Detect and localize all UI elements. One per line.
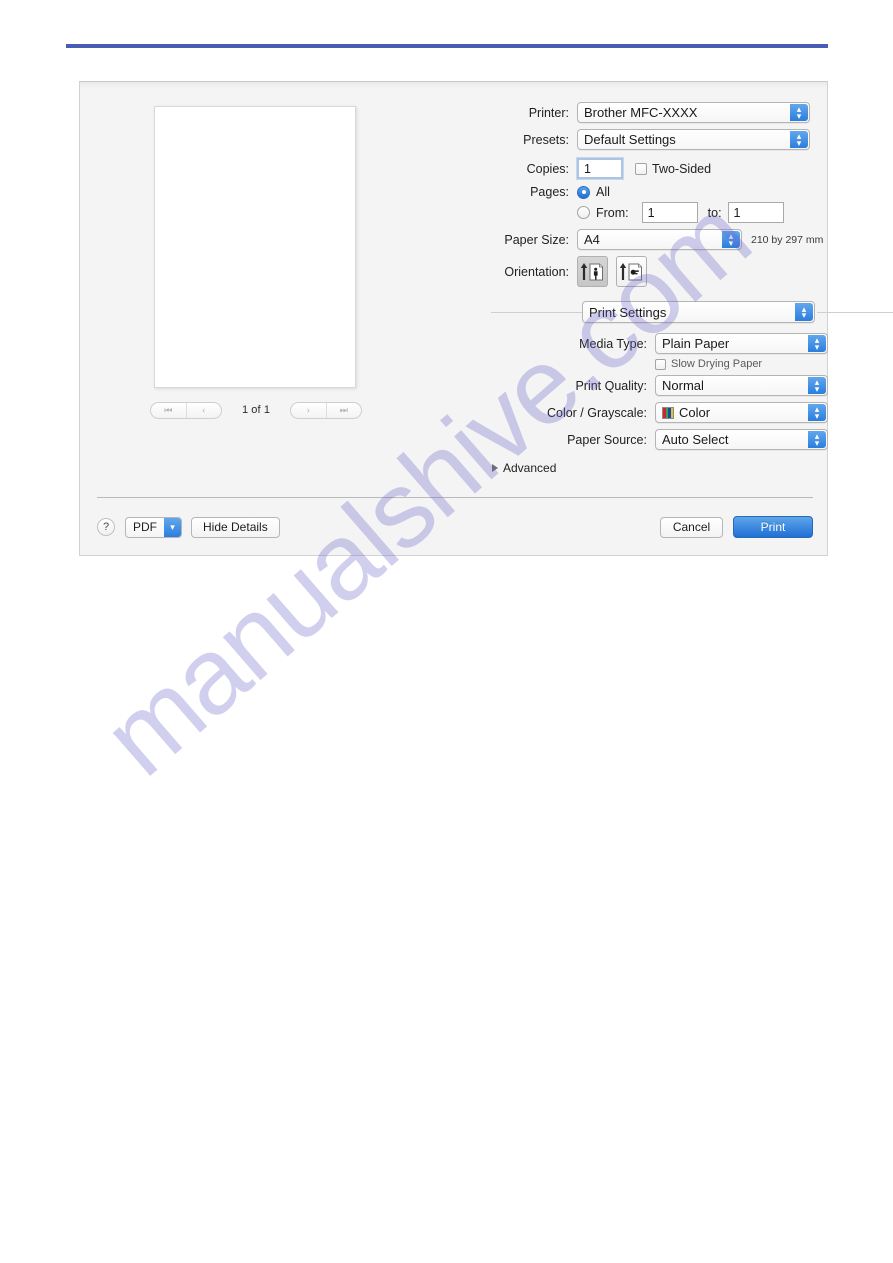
printer-select-value: Brother MFC-XXXX bbox=[584, 105, 698, 120]
next-page-icon[interactable]: › bbox=[291, 403, 326, 418]
header-rule bbox=[66, 44, 828, 48]
pages-to-input[interactable]: 1 bbox=[727, 202, 784, 223]
footer-divider bbox=[97, 497, 813, 498]
orientation-label: Orientation: bbox=[504, 264, 569, 279]
separator-right bbox=[817, 312, 893, 313]
pages-label: Pages: bbox=[530, 185, 569, 199]
pages-from-input[interactable]: 1 bbox=[641, 202, 698, 223]
paper-source-value: Auto Select bbox=[662, 432, 729, 447]
help-button[interactable]: ? bbox=[97, 518, 115, 536]
separator-left bbox=[491, 312, 583, 313]
presets-label: Presets: bbox=[523, 132, 569, 147]
paper-source-select[interactable]: Auto Select bbox=[655, 429, 828, 450]
media-type-row: Media Type: Plain Paper bbox=[410, 333, 828, 354]
hide-details-button[interactable]: Hide Details bbox=[191, 516, 280, 538]
media-type-label: Media Type: bbox=[579, 336, 647, 351]
pdf-menu-label: PDF bbox=[133, 519, 157, 534]
advanced-disclosure[interactable]: Advanced bbox=[492, 461, 820, 475]
preview-back-controls[interactable]: ⏮ ‹ bbox=[150, 401, 222, 419]
color-grayscale-row: Color / Grayscale: Color bbox=[410, 402, 828, 423]
pages-from-label: From: bbox=[596, 205, 629, 220]
paper-source-label: Paper Source: bbox=[567, 432, 647, 447]
paper-source-row: Paper Source: Auto Select bbox=[410, 429, 828, 450]
chevron-updown-icon bbox=[808, 335, 826, 352]
media-type-value: Plain Paper bbox=[662, 336, 730, 351]
two-sided-checkbox[interactable] bbox=[635, 162, 647, 175]
pages-all-radio[interactable] bbox=[577, 185, 590, 199]
dialog-footer: ? PDF ▾ Hide Details Cancel Print bbox=[97, 514, 813, 540]
pages-range-radio[interactable] bbox=[577, 206, 590, 219]
landscape-orientation-icon bbox=[619, 262, 642, 280]
orientation-row: Orientation: bbox=[410, 256, 820, 287]
pages-all-label: All bbox=[596, 185, 610, 199]
presets-select-value: Default Settings bbox=[584, 132, 676, 147]
pages-all-row: Pages: All bbox=[410, 185, 820, 199]
print-quality-select[interactable]: Normal bbox=[655, 375, 828, 396]
pages-to-label: to: bbox=[707, 205, 722, 220]
slow-drying-checkbox[interactable] bbox=[655, 358, 666, 370]
skip-to-last-icon[interactable]: ⏭ bbox=[325, 402, 362, 418]
chevron-updown-icon bbox=[790, 104, 808, 121]
skip-to-first-icon[interactable]: ⏮ bbox=[151, 403, 186, 418]
print-quality-row: Print Quality: Normal bbox=[410, 375, 828, 396]
settings-pane-value: Print Settings bbox=[589, 304, 667, 320]
portrait-orientation-button[interactable] bbox=[577, 256, 608, 287]
media-type-select[interactable]: Plain Paper bbox=[655, 333, 828, 354]
presets-select[interactable]: Default Settings bbox=[577, 129, 810, 150]
preview-forward-controls[interactable]: › ⏭ bbox=[290, 401, 362, 419]
printer-select[interactable]: Brother MFC-XXXX bbox=[577, 102, 810, 123]
color-grayscale-label: Color / Grayscale: bbox=[546, 405, 647, 420]
chevron-updown-icon bbox=[790, 131, 808, 148]
printer-row: Printer: Brother MFC-XXXX bbox=[410, 102, 820, 123]
paper-size-dimensions: 210 by 297 mm bbox=[751, 233, 824, 246]
print-button[interactable]: Print bbox=[733, 516, 813, 538]
settings-pane-select[interactable]: Print Settings bbox=[582, 301, 815, 323]
preview-navigation: ⏮ ‹ 1 of 1 › ⏭ bbox=[150, 400, 362, 420]
print-preview-pane: ⏮ ‹ 1 of 1 › ⏭ bbox=[150, 106, 362, 419]
chevron-updown-icon bbox=[808, 431, 826, 448]
settings-pane-selector-row: Print Settings bbox=[410, 301, 893, 325]
color-swatch-icon bbox=[662, 406, 674, 419]
slow-drying-row: Slow Drying Paper bbox=[410, 358, 820, 370]
paper-size-select[interactable]: A4 bbox=[577, 229, 742, 250]
color-grayscale-value: Color bbox=[679, 405, 711, 420]
landscape-orientation-button[interactable] bbox=[616, 256, 647, 287]
two-sided-label: Two-Sided bbox=[652, 161, 712, 176]
print-quality-label: Print Quality: bbox=[575, 378, 647, 393]
copies-label: Copies: bbox=[526, 161, 569, 176]
pages-range-row: From: 1 to: 1 bbox=[410, 202, 820, 223]
previous-page-icon[interactable]: ‹ bbox=[185, 402, 222, 418]
presets-row: Presets: Default Settings bbox=[410, 129, 820, 150]
portrait-orientation-icon bbox=[580, 262, 603, 280]
chevron-updown-icon bbox=[808, 404, 826, 421]
printer-label: Printer: bbox=[528, 105, 569, 120]
paper-size-label: Paper Size: bbox=[504, 232, 569, 247]
cancel-button[interactable]: Cancel bbox=[660, 516, 723, 538]
disclosure-triangle-icon bbox=[492, 464, 498, 472]
color-grayscale-select[interactable]: Color bbox=[655, 402, 828, 423]
pdf-menu-button[interactable]: PDF ▾ bbox=[125, 516, 182, 538]
chevron-updown-icon bbox=[808, 377, 826, 394]
print-dialog: ⏮ ‹ 1 of 1 › ⏭ Printer: Brother MFC-XXXX bbox=[79, 81, 893, 556]
slow-drying-label: Slow Drying Paper bbox=[671, 358, 763, 370]
print-settings-pane: Printer: Brother MFC-XXXX Presets: Defau… bbox=[410, 102, 893, 475]
advanced-label: Advanced bbox=[503, 461, 557, 475]
chevron-down-icon: ▾ bbox=[164, 517, 181, 537]
chevron-updown-icon bbox=[795, 303, 813, 321]
footer-actions: Cancel Print bbox=[660, 516, 813, 538]
copies-input[interactable]: 1 bbox=[577, 158, 623, 179]
copies-row: Copies: 1 Two-Sided bbox=[410, 158, 820, 179]
page-counter: 1 of 1 bbox=[241, 404, 271, 416]
paper-size-value: A4 bbox=[584, 232, 600, 247]
preview-page-image bbox=[154, 106, 356, 388]
print-quality-value: Normal bbox=[662, 378, 704, 393]
chevron-updown-icon bbox=[722, 231, 740, 248]
paper-size-row: Paper Size: A4 210 by 297 mm bbox=[410, 229, 824, 250]
